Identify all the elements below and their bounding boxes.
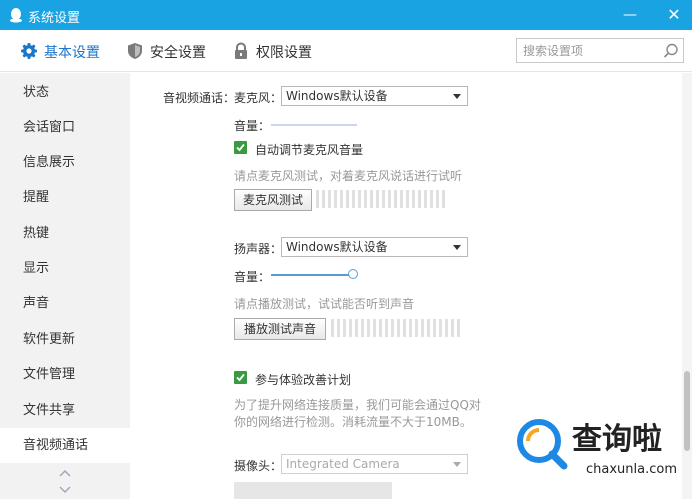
mic-label: 麦克风：	[234, 91, 283, 105]
mic-level-meter	[316, 190, 448, 210]
lock-icon	[235, 42, 247, 59]
dropdown-caret-icon	[453, 462, 461, 467]
settings-tab-bar: 基本设置 安全设置 权限设置	[0, 30, 692, 72]
sidebar-item-reminder[interactable]: 提醒	[0, 180, 130, 215]
tab-permission-label: 权限设置	[256, 45, 312, 61]
tab-basic-label: 基本设置	[44, 45, 100, 61]
gear-icon	[21, 43, 37, 59]
minimize-button[interactable]: —	[621, 6, 639, 24]
chevron-down-icon[interactable]	[58, 485, 72, 495]
sidebar-item-info-display[interactable]: 信息展示	[0, 145, 130, 180]
experience-program-label: 参与体验改善计划	[255, 373, 352, 387]
camera-label: 摄像头：	[234, 459, 283, 473]
dropdown-caret-icon	[453, 94, 461, 99]
experience-desc-line1: 为了提升网络连接质量，我们可能会通过QQ对	[234, 398, 481, 412]
sidebar-item-software-update[interactable]: 软件更新	[0, 322, 130, 357]
experience-program-checkbox[interactable]	[234, 371, 247, 384]
sidebar-item-sound[interactable]: 声音	[0, 286, 130, 321]
sidebar-item-hotkeys[interactable]: 热键	[0, 216, 130, 251]
chevron-up-icon[interactable]	[58, 468, 72, 478]
watermark-text: 查询啦	[572, 422, 662, 457]
site-watermark: 查询啦 chaxunla.com	[514, 412, 686, 496]
mic-volume-label: 音量：	[234, 119, 271, 133]
experience-desc-line2: 你的网络进行检测。消耗流量不大于10MB。	[234, 415, 472, 429]
sidebar-item-display[interactable]: 显示	[0, 251, 130, 286]
mic-auto-adjust-label: 自动调节麦克风音量	[255, 143, 364, 157]
mic-test-button[interactable]: 麦克风测试	[234, 189, 312, 211]
sidebar-item-file-management[interactable]: 文件管理	[0, 357, 130, 392]
sidebar-item-file-sharing[interactable]: 文件共享	[0, 393, 130, 428]
window-title: 系统设置	[28, 11, 81, 26]
speaker-label: 扬声器：	[234, 242, 283, 256]
speaker-volume-label: 音量：	[234, 270, 271, 284]
tab-security-label: 安全设置	[150, 45, 206, 61]
magnifier-logo-icon	[517, 419, 568, 470]
camera-device-select[interactable]: Integrated Camera	[281, 454, 468, 474]
speaker-volume-knob[interactable]	[348, 269, 358, 279]
mic-test-hint: 请点麦克风测试，对着麦克风说话进行试听	[234, 169, 463, 183]
search-icon[interactable]	[662, 42, 680, 60]
mic-device-select[interactable]: Windows默认设备	[281, 86, 468, 106]
search-input[interactable]	[523, 42, 653, 59]
close-button[interactable]: ✕	[665, 6, 683, 24]
camera-device-value: Integrated Camera	[286, 457, 400, 471]
settings-sidebar: 状态 会话窗口 信息展示 提醒 热键 显示 声音 软件更新 文件管理 文件共享 …	[0, 73, 130, 499]
mic-device-value: Windows默认设备	[286, 89, 388, 103]
sidebar-item-status[interactable]: 状态	[0, 75, 130, 110]
speaker-device-select[interactable]: Windows默认设备	[281, 237, 468, 257]
watermark-url: chaxunla.com	[586, 462, 677, 477]
speaker-device-value: Windows默认设备	[286, 240, 388, 254]
settings-search-box[interactable]	[516, 38, 684, 63]
qq-penguin-icon	[10, 8, 22, 23]
av-section-label: 音视频通话：	[163, 91, 236, 105]
dropdown-caret-icon	[453, 245, 461, 250]
camera-preview	[234, 482, 392, 499]
speaker-test-hint: 请点播放测试，试试能否听到声音	[234, 297, 415, 311]
mic-auto-adjust-checkbox[interactable]	[234, 141, 247, 154]
title-bar: 系统设置 — ✕	[0, 0, 692, 30]
sidebar-item-chat-window[interactable]: 会话窗口	[0, 110, 130, 145]
checkmark-icon	[236, 373, 245, 382]
sidebar-item-av-call[interactable]: 音视频通话	[0, 428, 130, 463]
play-test-sound-button[interactable]: 播放测试声音	[234, 318, 326, 340]
checkmark-icon	[236, 143, 245, 152]
shield-icon	[128, 43, 142, 59]
mic-volume-slider[interactable]	[271, 124, 357, 126]
speaker-level-meter	[331, 319, 463, 339]
speaker-volume-fill	[271, 274, 353, 276]
